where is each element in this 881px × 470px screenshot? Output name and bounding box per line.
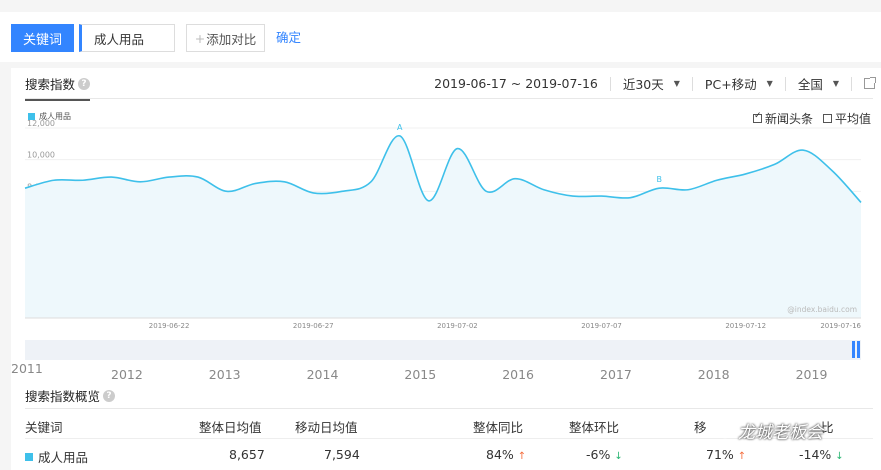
overview-title-label: 搜索指数概览 — [25, 389, 101, 404]
wechat-watermark: 龙城老板会 — [712, 418, 823, 443]
divider — [25, 408, 873, 409]
header-overall-daily: 整体日均值 — [199, 420, 262, 435]
range-selector[interactable] — [25, 340, 861, 360]
keyword-button[interactable]: 关键词 — [11, 24, 74, 52]
search-index-chart: 2,0004,0006,0008,00010,00012,000AB2019-0… — [11, 119, 862, 382]
header-overall-mom: 整体环比 — [569, 420, 620, 435]
range-handle-left[interactable] — [852, 341, 855, 358]
row-swatch — [25, 452, 33, 461]
row-overall-yoy: 84% ↑ — [486, 447, 526, 462]
row-keyword-label: 成人用品 — [38, 450, 89, 465]
chart-watermark: @index.baidu.com — [787, 305, 857, 314]
row-overall-mom: -6% ↓ — [586, 447, 623, 462]
row-mobile-yoy-value: 71% — [706, 447, 734, 462]
year-label: 2015 — [404, 367, 436, 382]
year-label: 2012 — [111, 367, 143, 382]
y-tick-label: 10,000 — [27, 151, 55, 160]
header-overall-yoy: 整体同比 — [473, 420, 524, 435]
annotation-label[interactable]: B — [656, 175, 662, 184]
annotation-label[interactable]: A — [397, 123, 403, 132]
x-tick-label: 2019-07-02 — [437, 322, 478, 330]
y-tick-label: 12,000 — [27, 119, 55, 128]
x-tick-label: 2019-07-16 — [820, 322, 861, 330]
year-label: 2017 — [600, 367, 632, 382]
row-mobile-yoy: 71% ↑ — [706, 447, 746, 462]
x-tick-label: 2019-06-22 — [149, 322, 190, 330]
search-bar: 关键词 成人用品 + 添加对比 确定 — [0, 12, 881, 62]
row-keyword: 成人用品 — [25, 447, 88, 466]
confirm-link[interactable]: 确定 — [276, 24, 301, 52]
page: 关键词 成人用品 + 添加对比 确定 搜索指数? 2019-06-17 ~ 201… — [0, 0, 881, 470]
x-tick-label: 2019-07-07 — [581, 322, 622, 330]
year-label: 2018 — [698, 367, 730, 382]
year-label: 2016 — [502, 367, 534, 382]
plus-icon: + — [194, 30, 206, 46]
row-overall-mom-value: -6% — [586, 447, 611, 462]
row-mobile-mom: -14% ↓ — [799, 447, 844, 462]
header-mobile-yoy: 移 — [694, 420, 707, 435]
year-label: 2011 — [11, 361, 43, 376]
arrow-down-icon: ↓ — [835, 451, 844, 462]
x-tick-label: 2019-06-27 — [293, 322, 334, 330]
x-tick-label: 2019-07-12 — [725, 322, 766, 330]
year-label: 2014 — [307, 367, 339, 382]
wechat-watermark-text: 龙城老板会 — [738, 423, 823, 443]
header-keyword: 关键词 — [25, 420, 63, 435]
row-overall-daily: 8,657 — [229, 447, 265, 462]
year-label: 2013 — [209, 367, 241, 382]
add-compare-label: 添加对比 — [206, 31, 257, 47]
row-mobile-daily: 7,594 — [324, 447, 360, 462]
overview-title: 搜索指数概览? — [25, 386, 116, 405]
arrow-up-icon: ↑ — [517, 451, 527, 462]
arrow-down-icon: ↓ — [614, 451, 623, 462]
range-handle-right[interactable] — [857, 341, 860, 358]
arrow-up-icon: ↑ — [737, 451, 747, 462]
search-index-panel: 搜索指数? 2019-06-17 ~ 2019-07-16 近30天 ▼ PC+移… — [11, 68, 881, 470]
help-icon[interactable]: ? — [103, 389, 116, 402]
wechat-icon — [712, 423, 732, 438]
row-overall-yoy-value: 84% — [486, 447, 514, 462]
header-mobile-daily: 移动日均值 — [295, 420, 358, 435]
row-mobile-mom-value: -14% — [799, 447, 832, 462]
add-compare-button[interactable]: + 添加对比 — [186, 24, 265, 52]
keyword-input[interactable]: 成人用品 — [79, 24, 175, 52]
year-label: 2019 — [796, 367, 828, 382]
